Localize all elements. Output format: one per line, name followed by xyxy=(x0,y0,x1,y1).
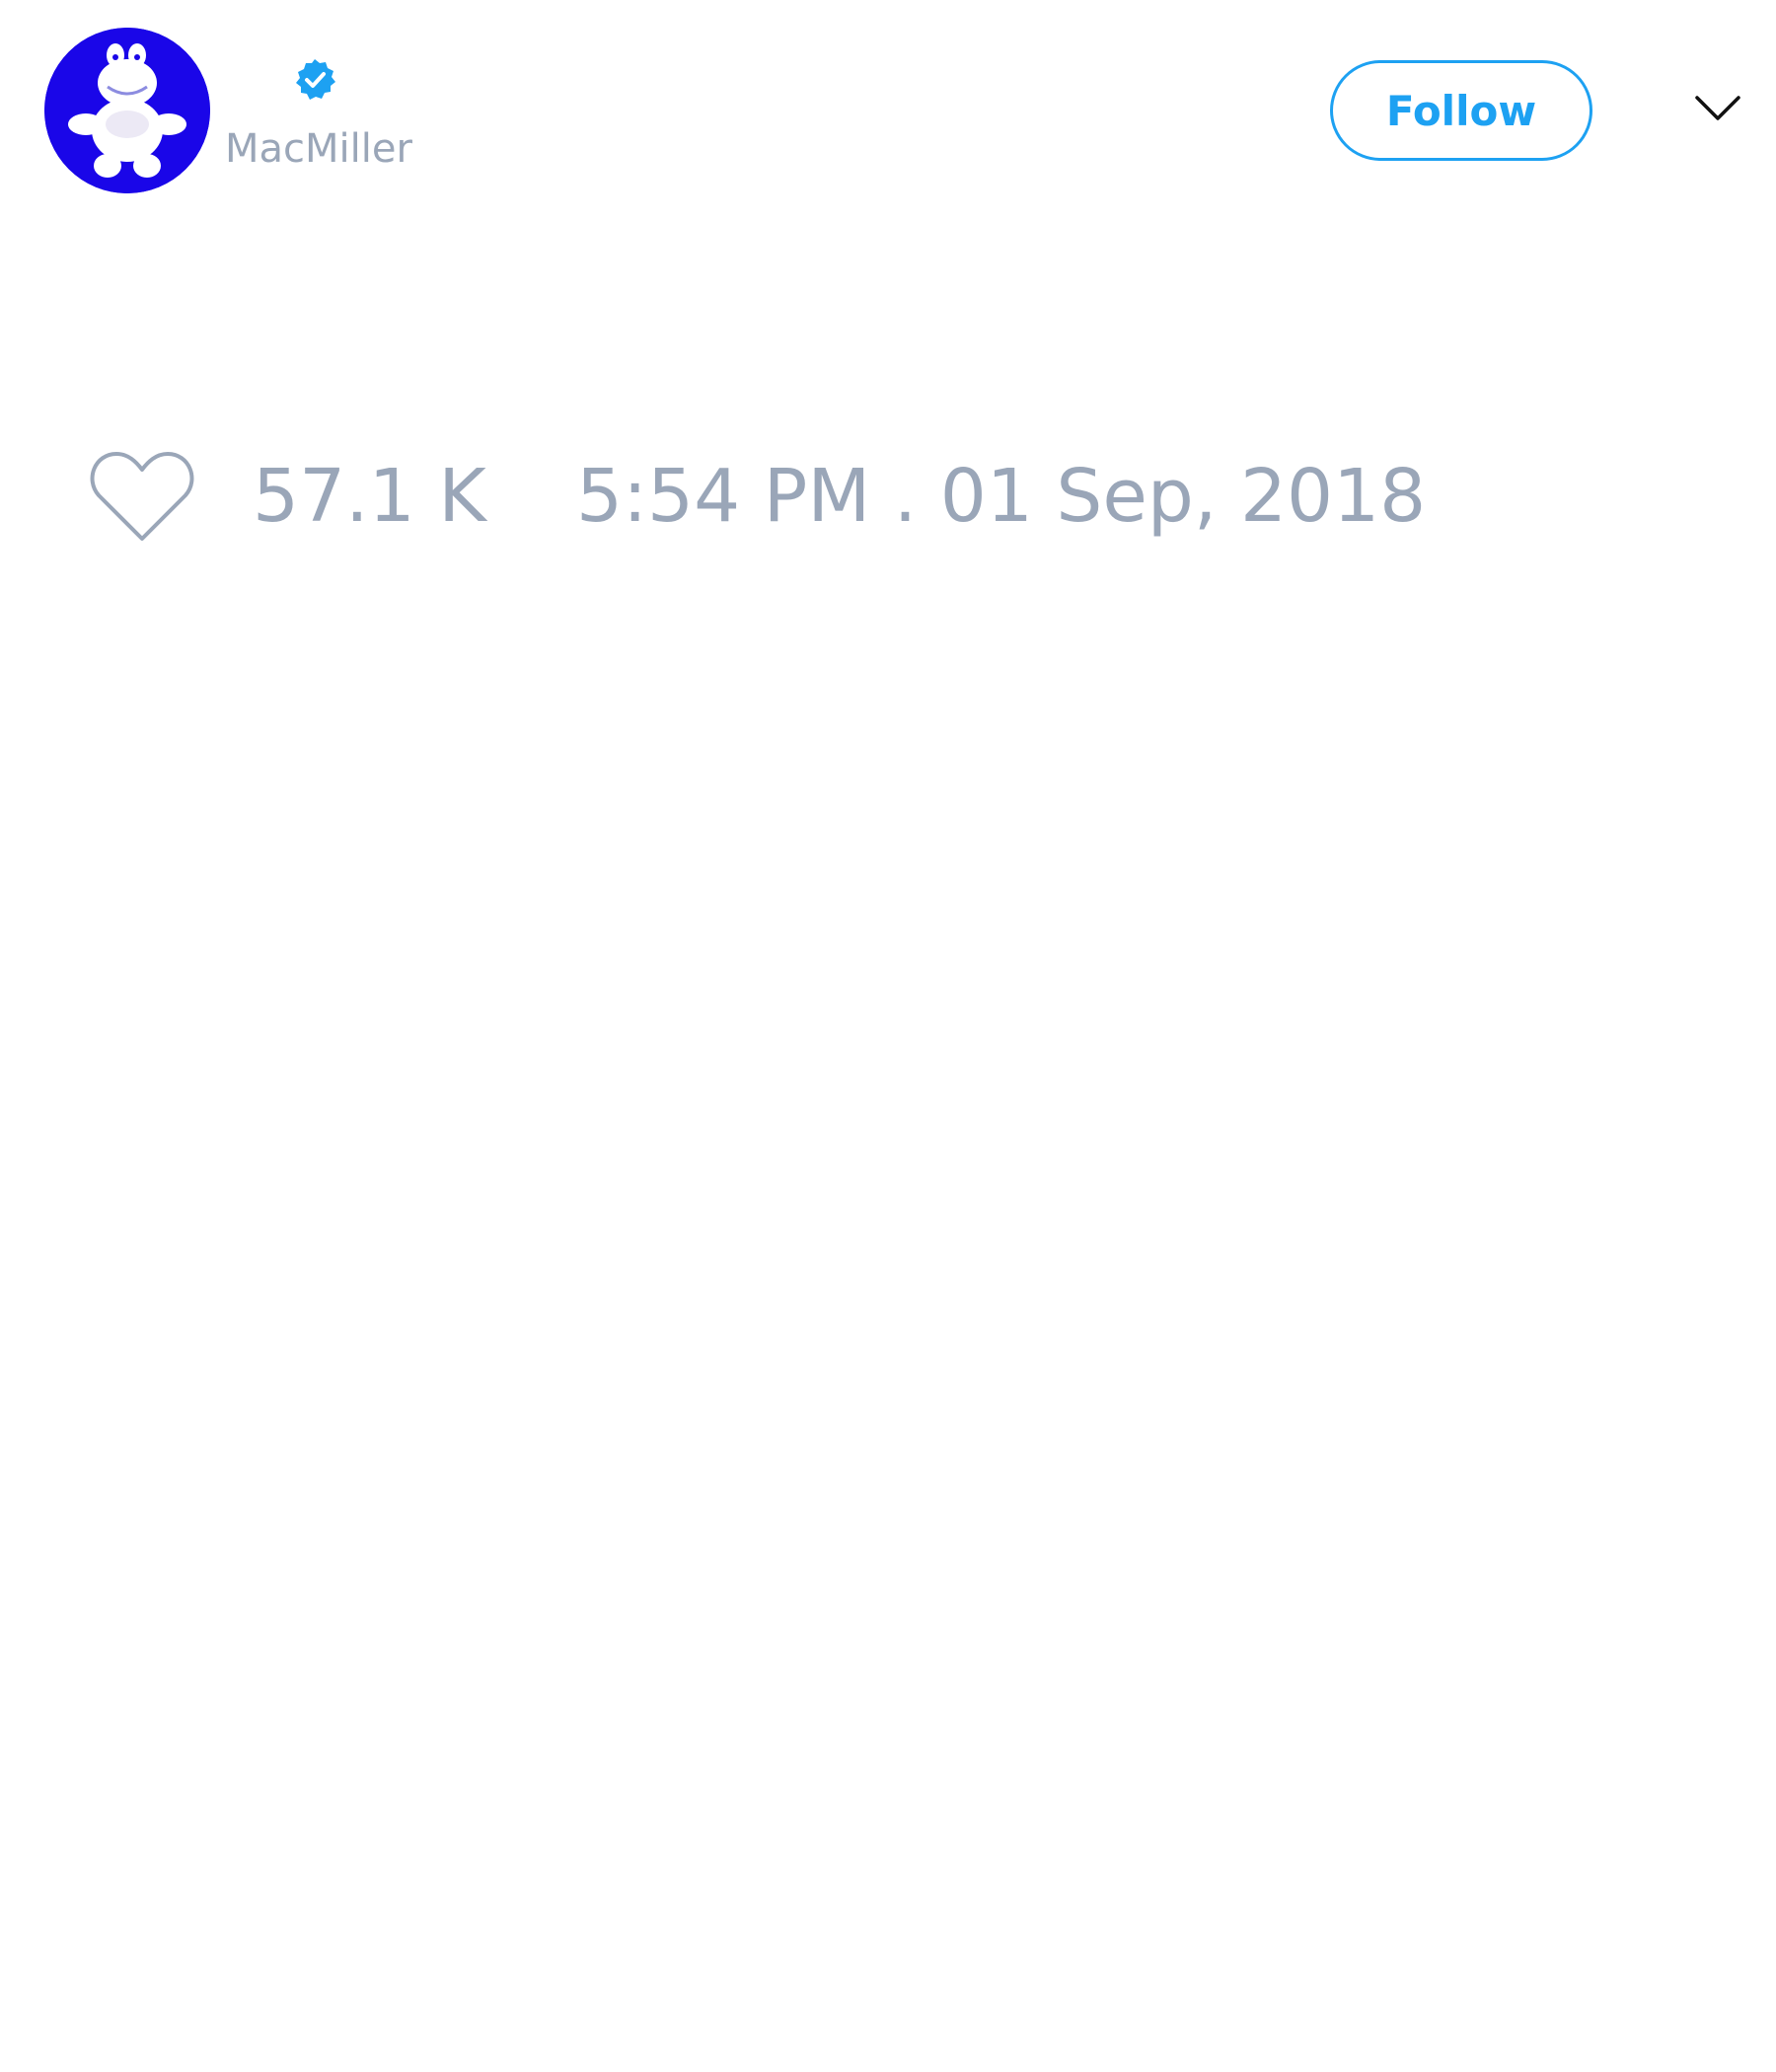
tweet-timestamp[interactable]: 5:54 PM . 01 Sep, 2018 xyxy=(576,454,1426,539)
tweet-header: MacMiller Follow xyxy=(0,0,1776,227)
like-count: 57.1 K xyxy=(253,454,486,539)
verified-badge-icon xyxy=(292,57,337,103)
tweet-actions: 57.1 K 5:54 PM . 01 Sep, 2018 xyxy=(0,434,1776,562)
avatar[interactable] xyxy=(44,28,210,193)
mascot-avatar-icon xyxy=(44,28,210,193)
author-handle[interactable]: MacMiller xyxy=(225,126,412,172)
follow-button[interactable]: Follow xyxy=(1330,60,1592,161)
chevron-down-icon[interactable] xyxy=(1694,90,1741,125)
heart-icon[interactable] xyxy=(89,448,195,547)
